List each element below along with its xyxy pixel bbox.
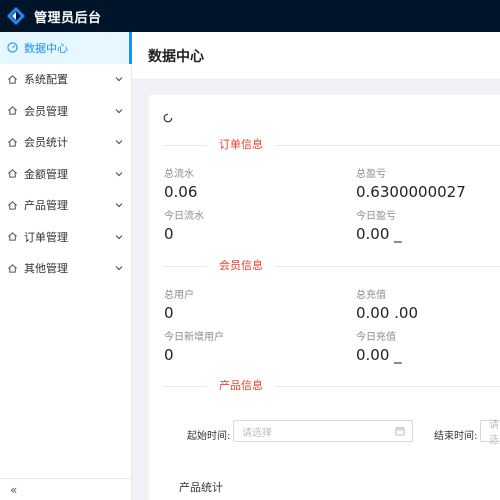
home-icon <box>6 168 18 180</box>
sidebar-item-product-management[interactable]: 产品管理 <box>0 190 131 222</box>
home-icon <box>6 199 18 211</box>
sidebar-item-label: 数据中心 <box>24 41 68 55</box>
chevron-down-icon <box>115 170 123 178</box>
page-title: 数据中心 <box>148 48 204 65</box>
sidebar-item-system-config[interactable]: 系统配置 <box>0 64 131 96</box>
sidebar-item-label: 会员统计 <box>24 136 68 150</box>
sidebar-item-member-stats[interactable]: 会员统计 <box>0 127 131 159</box>
dashboard-icon <box>6 42 18 54</box>
sidebar: 数据中心 系统配置 会员管理 会员统计 金额管理 产品管理 订单管理 其他管理 … <box>0 32 132 500</box>
calendar-icon <box>395 426 405 436</box>
today-profit-value: 0.00 _ <box>356 225 402 243</box>
start-time-label: 起始时间: <box>187 431 231 442</box>
top-bar: 管理员后台 <box>0 0 500 32</box>
end-time-placeholder: 请选 <box>489 420 499 446</box>
sidebar-collapse-button[interactable]: « <box>0 478 131 500</box>
start-time-picker[interactable]: 请选择 <box>233 420 413 442</box>
home-icon <box>6 231 18 243</box>
sidebar-item-label: 其他管理 <box>24 262 68 276</box>
sidebar-item-label: 产品管理 <box>24 199 68 213</box>
home-icon <box>6 136 18 148</box>
end-time-label: 结束时间: <box>434 431 478 442</box>
chevron-down-icon <box>115 107 123 115</box>
total-profit-label: 总盈亏 <box>356 169 386 180</box>
today-flow-value: 0 <box>164 225 174 243</box>
sidebar-item-label: 订单管理 <box>24 230 68 244</box>
sidebar-item-order-management[interactable]: 订单管理 <box>0 221 131 253</box>
sidebar-item-label: 金额管理 <box>24 167 68 181</box>
page-header: 数据中心 <box>132 32 500 80</box>
total-users-value: 0 <box>164 304 174 322</box>
home-icon <box>6 105 18 117</box>
sidebar-item-member-management[interactable]: 会员管理 <box>0 95 131 127</box>
product-stats-heading: 产品统计 <box>179 481 223 494</box>
today-profit-label: 今日盈亏 <box>356 211 396 222</box>
sidebar-item-other-management[interactable]: 其他管理 <box>0 253 131 285</box>
today-recharge-value: 0.00 _ <box>356 346 402 364</box>
home-icon <box>6 262 18 274</box>
section-title-products: 产品信息 <box>207 379 275 393</box>
home-icon <box>6 73 18 85</box>
loading-spinner-icon <box>163 112 173 123</box>
section-title-members: 会员信息 <box>207 259 275 273</box>
chevron-down-icon <box>115 138 123 146</box>
total-users-label: 总用户 <box>164 290 194 301</box>
end-time-picker[interactable]: 请选 <box>480 420 500 446</box>
today-flow-label: 今日流水 <box>164 211 204 222</box>
total-recharge-label: 总充值 <box>356 290 386 301</box>
chevron-down-icon <box>115 264 123 272</box>
section-title-orders: 订单信息 <box>207 138 275 152</box>
app-title: 管理员后台 <box>34 10 102 26</box>
sidebar-item-label: 系统配置 <box>24 73 68 87</box>
chevron-down-icon <box>115 75 123 83</box>
main-content: 数据中心 订单信息 总流水 0.06 总盈亏 0.6300000027 今日流水… <box>132 32 500 500</box>
total-flow-value: 0.06 <box>164 183 198 201</box>
collapse-icon: « <box>10 482 18 497</box>
sidebar-item-amount-management[interactable]: 金额管理 <box>0 158 131 190</box>
chevron-down-icon <box>115 201 123 209</box>
chevron-down-icon <box>115 233 123 241</box>
new-users-value: 0 <box>164 346 174 364</box>
sidebar-item-data-center[interactable]: 数据中心 <box>0 32 132 64</box>
stats-card: 订单信息 总流水 0.06 总盈亏 0.6300000027 今日流水 0 今日… <box>149 95 500 500</box>
logo-icon <box>6 6 26 26</box>
total-recharge-value: 0.00 .00 <box>356 304 419 322</box>
today-recharge-label: 今日充值 <box>356 332 396 343</box>
total-profit-value: 0.6300000027 <box>356 183 466 201</box>
start-time-placeholder: 请选择 <box>242 427 272 439</box>
new-users-label: 今日新增用户 <box>164 332 224 343</box>
total-flow-label: 总流水 <box>164 169 194 180</box>
sidebar-item-label: 会员管理 <box>24 104 68 118</box>
